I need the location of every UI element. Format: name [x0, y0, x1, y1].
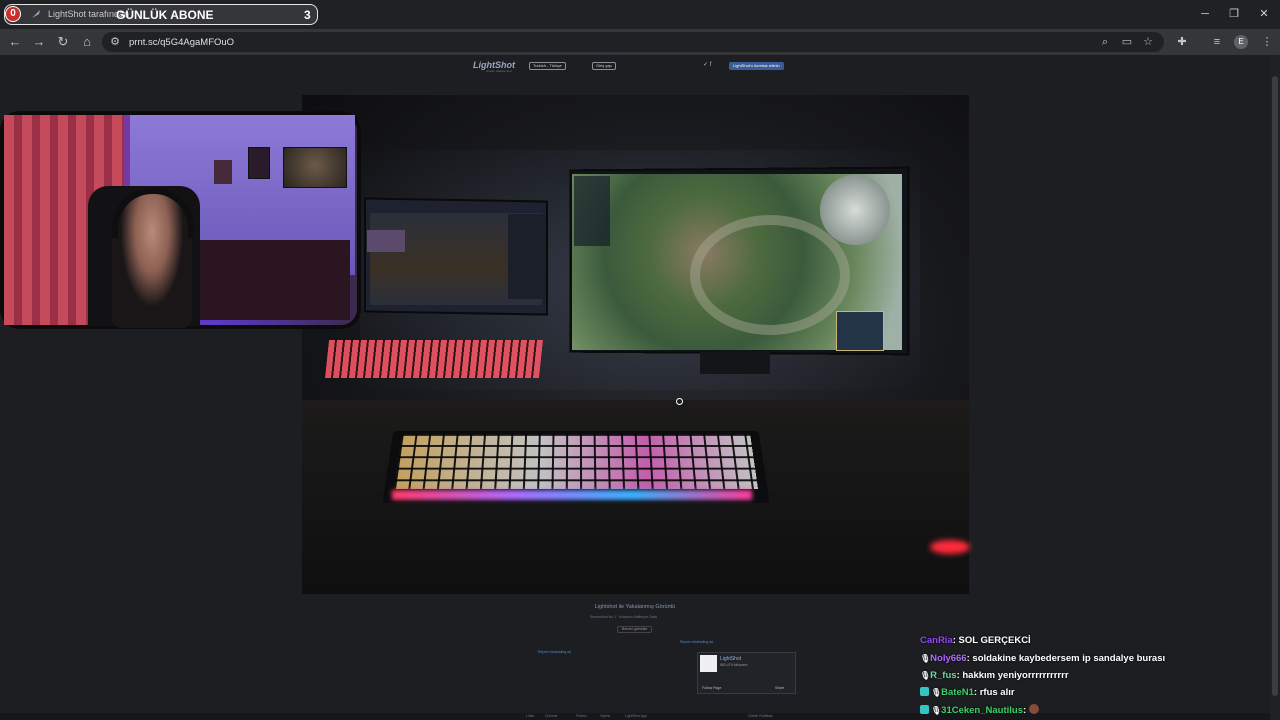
- goal-current-count: 0: [5, 6, 21, 22]
- chat-username: CanRia: [920, 635, 953, 646]
- chat-text: rfus alır: [979, 687, 1015, 698]
- footer-link[interactable]: Gizlilik Politikası: [748, 714, 773, 718]
- footer-link[interactable]: Links: [526, 714, 534, 718]
- scrollbar-thumb[interactable]: [1272, 76, 1278, 696]
- emote-icon: [1028, 704, 1039, 714]
- install-button[interactable]: LightShot'u ücretsiz edinin: [729, 62, 784, 70]
- url-text[interactable]: prnt.sc/q5G4AgaMFOuO: [129, 37, 234, 48]
- subscriber-badge-icon: [920, 705, 929, 714]
- chat-message: 🎙R_fus: hakkım yeniyorrrrrrrrrrr: [920, 670, 1069, 681]
- report-ad-link[interactable]: Report misleading ad: [538, 650, 571, 654]
- caption-links[interactable]: Screenshot No.1 · Kullanıcı Kaliteyon Ge…: [590, 615, 657, 619]
- similar-images-button[interactable]: Benzer görseller: [617, 626, 653, 633]
- share-button[interactable]: Share: [775, 686, 784, 690]
- microphone-badge-icon: 🎙: [920, 654, 931, 663]
- subscriber-badge-icon: [920, 687, 929, 696]
- report-ad-link[interactable]: Report misleading ad: [680, 640, 713, 644]
- chat-username: 31Ceken_Nautilus: [941, 705, 1023, 716]
- webcam-wall-frame: [248, 147, 270, 179]
- left-monitor-chat-panel: [508, 214, 546, 299]
- close-icon[interactable]: ✕: [1256, 6, 1272, 22]
- more-menu-icon[interactable]: ⋮: [1260, 35, 1274, 49]
- webcam-shelf: [190, 240, 350, 320]
- cursor-icon: [676, 398, 683, 405]
- forward-arrow-icon[interactable]: →: [31, 34, 47, 50]
- microphone-badge-icon: 🎙: [931, 706, 942, 715]
- webcam-inset-photo: [283, 147, 347, 188]
- game-minimap: [836, 311, 884, 351]
- game-hud: [574, 176, 610, 246]
- footer-link[interactable]: LightShot App: [625, 714, 647, 718]
- chat-username: R_fus: [930, 670, 957, 681]
- social-icons[interactable]: ✓ f: [703, 61, 711, 68]
- chat-username: BateN1: [941, 687, 974, 698]
- profile-avatar[interactable]: E: [1234, 35, 1248, 49]
- minimize-icon[interactable]: ─: [1197, 6, 1213, 22]
- lightshot-logo-icon: [700, 655, 717, 672]
- media-controls-icon[interactable]: ≡: [1210, 35, 1224, 49]
- chat-username: Noly666: [930, 653, 967, 664]
- follow-page-button[interactable]: Follow Page: [702, 686, 721, 690]
- extensions-puzzle-icon[interactable]: ✚: [1175, 35, 1189, 49]
- bookmark-star-icon[interactable]: ☆: [1141, 35, 1155, 49]
- footer-link[interactable]: Chrome: [545, 714, 557, 718]
- footer-link[interactable]: Firefox: [576, 714, 587, 718]
- login-button[interactable]: Giriş yap: [592, 62, 616, 70]
- language-select[interactable]: Turkish - Türkçe: [529, 62, 566, 70]
- image-caption: Lightshot ile Yakalanmış Görüntü: [594, 604, 676, 610]
- mouse-glow: [930, 540, 970, 554]
- lightshot-logo-subtitle: screen capture tool: [486, 69, 512, 73]
- facebook-followers: 583,476 followers: [720, 663, 748, 667]
- lightshot-feather-icon: [32, 10, 40, 18]
- goal-label: GÜNLÜK ABONE: [116, 8, 214, 22]
- home-icon[interactable]: ⌂: [79, 34, 95, 50]
- back-arrow-icon[interactable]: ←: [7, 34, 23, 50]
- facebook-page-name[interactable]: LightShot: [720, 656, 741, 662]
- keyboard-underglow: [392, 490, 752, 500]
- game-tower: [820, 175, 890, 245]
- chat-message: 🎙BateN1: rfus alır: [920, 687, 1015, 698]
- zoom-icon[interactable]: ⌕: [1098, 35, 1112, 49]
- rgb-keycaps: [393, 434, 759, 490]
- chat-message: 🎙31Ceken_Nautilus:: [920, 704, 1039, 716]
- maximize-icon[interactable]: ❐: [1226, 6, 1242, 22]
- reload-icon[interactable]: ↻: [55, 34, 71, 50]
- left-monitor-webcam-view: [367, 230, 405, 252]
- chat-text: hakkım yeniyorrrrrrrrrrr: [962, 670, 1069, 681]
- chat-message: CanRia: SOL GERÇEKCİ: [920, 635, 1031, 646]
- webcam-wall-poster: [214, 160, 232, 184]
- monitor-stand: [700, 352, 770, 374]
- chat-message: 🎙Noly666: soldakine kaybedersem ip sanda…: [920, 653, 1166, 664]
- chat-text: SOL GERÇEKCİ: [958, 635, 1031, 646]
- microphone-badge-icon: 🎙: [931, 688, 942, 697]
- footer-link[interactable]: Opera: [600, 714, 610, 718]
- microphone-badge-icon: 🎙: [920, 671, 931, 680]
- address-bar[interactable]: [102, 32, 1164, 52]
- goal-target-count: 3: [304, 8, 311, 22]
- game-arena: [690, 215, 850, 335]
- cast-icon[interactable]: ▭: [1120, 35, 1134, 49]
- site-info-icon[interactable]: ⚙: [108, 35, 122, 49]
- laptop-keyboard: [325, 340, 543, 378]
- chat-text: soldakine kaybedersem ip sandalye burası: [972, 653, 1166, 664]
